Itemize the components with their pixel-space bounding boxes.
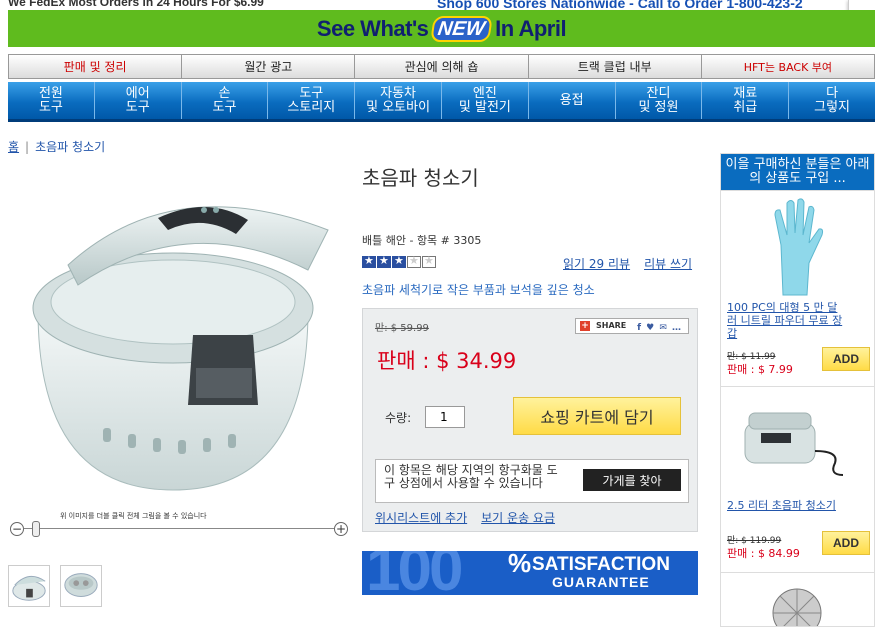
price-box: 만: $ 59.99 SHARE f ♥ ✉ … 판매 : $ 34.99 수량:… (362, 308, 698, 532)
product-links: 위시리스트에 추가 보기 운송 요금 (375, 509, 569, 526)
banner-post: In April (495, 15, 567, 41)
add-button[interactable]: ADD (822, 347, 870, 371)
satisfaction-guarantee-banner[interactable]: 100 % SATISFACTION GUARANTEE (362, 551, 698, 595)
share-label: SHARE (596, 321, 627, 330)
top-promo-strip: We FedEx Most Orders in 24 Hours For $6.… (0, 0, 875, 10)
guarantee-line2: GUARANTEE (552, 574, 650, 590)
shipping-rates-link[interactable]: 보기 운송 요금 (481, 511, 555, 525)
main-nav: 전원 도구 에어 도구 손 도구 도구 스토리지 자동차 및 오토바이 엔진 및… (8, 82, 875, 122)
add-to-wishlist-link[interactable]: 위시리스트에 추가 (375, 511, 467, 525)
nav-engines[interactable]: 엔진 및 발전기 (442, 82, 529, 119)
new-badge: NEW (430, 15, 493, 42)
social-icons[interactable]: f ♥ ✉ … (637, 321, 682, 335)
also-bought-item: 100 PC의 대형 5 만 달러 니트릴 파우더 무료 장갑 만: $ 11.… (721, 190, 874, 385)
star-icon (407, 254, 421, 268)
category-sale[interactable]: 판매 및 정리 (8, 54, 183, 79)
quantity-label: 수량: (385, 411, 412, 425)
write-review-link[interactable]: 리뷰 쓰기 (644, 257, 692, 271)
april-banner[interactable]: See What's NEW In April (8, 10, 875, 47)
sale-price: 판매 : $ 34.99 (377, 349, 517, 373)
category-hft-gives-back[interactable]: HFT는 BACK 부여 (701, 54, 875, 79)
zoom-handle[interactable] (32, 521, 40, 537)
nav-automotive[interactable]: 자동차 및 오토바이 (355, 82, 442, 119)
fan-image[interactable] (769, 585, 825, 627)
nav-everything-else[interactable]: 다 그렇지 (789, 82, 875, 119)
add-to-cart-button[interactable]: 쇼핑 카트에 담기 (513, 397, 681, 435)
zoom-slider[interactable]: − + (10, 520, 348, 538)
banner-pre: See What's (316, 15, 429, 41)
also-bought-now: 판매 : $ 7.99 (727, 363, 793, 376)
nav-power-tools[interactable]: 전원 도구 (8, 82, 95, 119)
thumbnail-1[interactable] (8, 565, 50, 607)
add-button[interactable]: ADD (822, 531, 870, 555)
category-shop-by-interest[interactable]: 관심에 의해 숍 (355, 54, 529, 79)
star-icon (377, 254, 391, 268)
category-bar: 판매 및 정리 월간 광고 관심에 의해 숍 트랙 클럽 내부 HFT는 BAC… (8, 54, 875, 79)
star-icon (362, 254, 376, 268)
breadcrumb-home[interactable]: 홈 (8, 140, 19, 154)
thumbnail-strip (8, 565, 102, 607)
zoom-out-icon[interactable]: − (10, 522, 24, 536)
breadcrumb-current: 초음파 청소기 (35, 140, 106, 154)
share-button[interactable]: SHARE f ♥ ✉ … (575, 318, 689, 334)
nav-hand-tools[interactable]: 손 도구 (182, 82, 269, 119)
category-monthly-ad[interactable]: 월간 광고 (182, 54, 356, 79)
also-bought-item (721, 572, 874, 627)
also-bought-name[interactable]: 2.5 리터 초음파 청소기 (727, 499, 845, 512)
quantity-input[interactable]: 1 (425, 406, 465, 428)
store-availability-text: 이 항목은 해당 지역의 항구화물 도구 상점에서 사용할 수 있습니다 (384, 463, 558, 490)
thumbnail-2[interactable] (60, 565, 102, 607)
original-price: 만: $ 59.99 (375, 323, 429, 334)
also-bought-panel: 이을 구매하신 분들은 아래의 상품도 구입 ... 100 PC의 대형 5 … (720, 153, 875, 627)
review-links: 읽기 29 리뷰 리뷰 쓰기 (563, 255, 706, 272)
nav-lawn-garden[interactable]: 잔디 및 정원 (616, 82, 703, 119)
category-inside-track[interactable]: 트랙 클럽 내부 (528, 54, 702, 79)
star-icon (392, 254, 406, 268)
product-title: 초음파 청소기 (362, 166, 479, 190)
product-tagline: 초음파 세척기로 작은 부품과 보석을 깊은 청소 (362, 283, 595, 297)
rating-stars (362, 254, 436, 268)
gloves-image[interactable] (761, 195, 831, 299)
store-availability: 이 항목은 해당 지역의 항구화물 도구 상점에서 사용할 수 있습니다 가게를… (375, 459, 689, 503)
nav-tool-storage[interactable]: 도구 스토리지 (268, 82, 356, 119)
read-reviews-link[interactable]: 읽기 29 리뷰 (563, 257, 630, 271)
ultrasonic-cleaner-image[interactable] (739, 401, 851, 481)
guarantee-number: 100 (366, 551, 463, 595)
shipping-promo: We FedEx Most Orders in 24 Hours For $6.… (8, 0, 264, 9)
product-image[interactable] (8, 190, 338, 500)
also-bought-item: 2.5 리터 초음파 청소기 만: $ 119.99 판매 : $ 84.99 … (721, 386, 874, 571)
product-brand: 배틀 해안 - 항목 # 3305 (362, 234, 482, 247)
breadcrumb: 홈 | 초음파 청소기 (8, 140, 106, 154)
find-store-button[interactable]: 가게를 찾아 (583, 469, 681, 491)
guarantee-percent: % (508, 551, 532, 578)
zoom-in-icon[interactable]: + (334, 522, 348, 536)
nav-material-handling[interactable]: 재료 취급 (702, 82, 790, 119)
also-bought-now: 판매 : $ 84.99 (727, 547, 800, 560)
stores-promo[interactable]: Shop 600 Stores Nationwide - Call to Ord… (437, 0, 803, 10)
also-bought-header: 이을 구매하신 분들은 아래의 상품도 구입 ... (721, 154, 874, 190)
also-bought-name[interactable]: 100 PC의 대형 5 만 달러 니트릴 파우더 무료 장갑 (727, 301, 845, 340)
star-icon (422, 254, 436, 268)
nav-air-tools[interactable]: 에어 도구 (95, 82, 182, 119)
nav-welding[interactable]: 용접 (529, 82, 616, 119)
guarantee-line1: SATISFACTION (532, 554, 670, 575)
